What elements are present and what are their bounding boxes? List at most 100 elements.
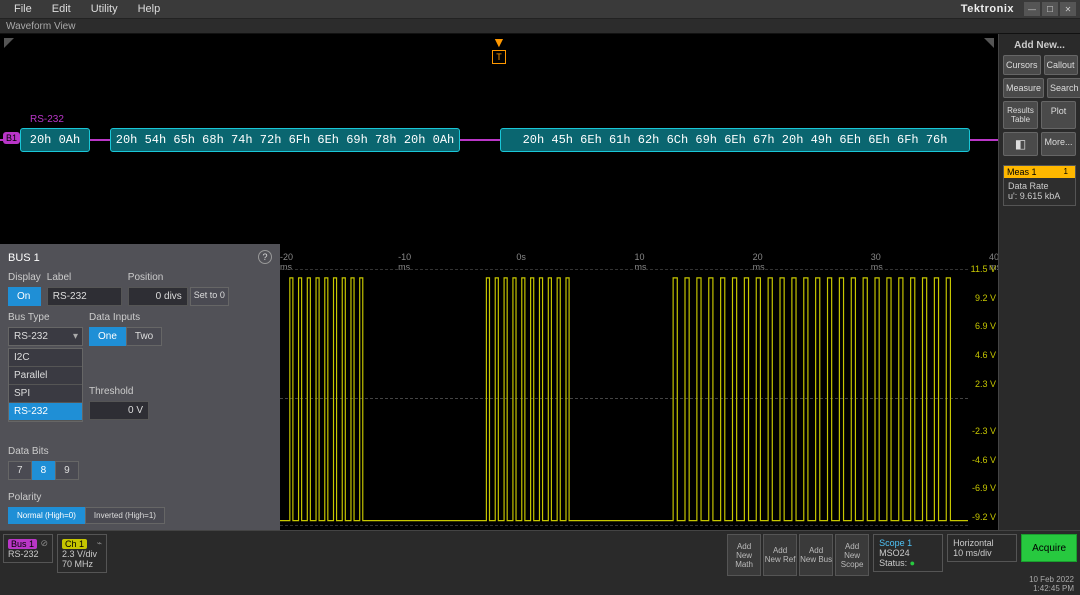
bus-type-option[interactable]: RS-232 <box>9 403 82 421</box>
menu-file[interactable]: File <box>4 0 42 19</box>
window-minimize-icon[interactable]: — <box>1024 2 1040 16</box>
corner-handle-tr-icon[interactable] <box>984 38 994 48</box>
bus-type-option[interactable]: I2C <box>9 349 82 367</box>
probe-icon: ⌁ <box>97 538 102 549</box>
volt-tick: -6.9 V <box>972 483 996 493</box>
status-dot-icon: ● <box>910 558 915 568</box>
bus-type-label: Bus Type <box>8 312 83 323</box>
bus1-badge[interactable]: Bus 1⊘ RS-232 <box>3 534 53 563</box>
menu-help[interactable]: Help <box>128 0 171 19</box>
horizontal-title: Horizontal <box>953 538 1011 548</box>
bus-channel-badge[interactable]: B1 <box>3 132 20 144</box>
volt-tick: -2.3 V <box>972 426 996 436</box>
data-bits-7[interactable]: 7 <box>8 461 32 480</box>
measure-button[interactable]: Measure <box>1003 78 1044 98</box>
acquire-button[interactable]: Acquire <box>1021 534 1077 562</box>
bus1-sub: RS-232 <box>8 549 48 559</box>
volt-tick: 6.9 V <box>975 321 996 331</box>
measurement-badge[interactable]: Meas 1 1 Data Rate u': 9.615 kbA <box>1003 165 1076 206</box>
add-new-math-button[interactable]: Add New Math <box>727 534 761 576</box>
plot-button[interactable]: Plot <box>1041 101 1076 129</box>
data-inputs-two[interactable]: Two <box>126 327 162 346</box>
window-maximize-icon[interactable]: ☐ <box>1042 2 1058 16</box>
threshold-label: Threshold <box>89 386 162 397</box>
scope-status-label: Status: <box>879 558 907 568</box>
trigger-marker-icon[interactable]: ▼T <box>492 34 506 64</box>
brand-logo: Tektronix <box>961 3 1014 15</box>
position-input[interactable]: 0 divs <box>128 287 188 306</box>
voltage-axis: 11.5 V 9.2 V 6.9 V 4.6 V 2.3 V -2.3 V -4… <box>971 264 996 522</box>
bus-config-panel: BUS 1 ? Display On Label RS-232 Position… <box>0 244 280 530</box>
volt-tick: 9.2 V <box>975 293 996 303</box>
bus1-title: Bus 1 <box>8 539 37 549</box>
decoded-packet[interactable]: 20h 0Ah <box>20 128 90 152</box>
window-close-icon[interactable]: ✕ <box>1060 2 1076 16</box>
close-icon[interactable]: ⊘ <box>40 538 48 549</box>
display-label: Display <box>8 272 41 283</box>
add-new-scope-button[interactable]: Add New Scope <box>835 534 869 576</box>
bus-type-option[interactable]: Parallel <box>9 367 82 385</box>
datetime: 10 Feb 2022 1:42:45 PM <box>1029 575 1074 593</box>
threshold-input[interactable]: 0 V <box>89 401 149 420</box>
waveform-canvas[interactable]: ▼T B1 RS-232 20h 0Ah 20h 54h 65h 68h 74h… <box>0 34 998 530</box>
results-table-button[interactable]: Results Table <box>1003 101 1038 129</box>
add-new-bus-button[interactable]: Add New Bus <box>799 534 833 576</box>
volt-tick: 11.5 V <box>971 264 996 274</box>
volt-tick: -9.2 V <box>972 512 996 522</box>
diagram-icon[interactable]: ◧ <box>1003 132 1038 156</box>
data-inputs-label: Data Inputs <box>89 312 162 323</box>
position-label: Position <box>128 272 229 283</box>
trigger-badge: T <box>492 50 506 64</box>
volt-tick: -4.6 V <box>972 455 996 465</box>
bus-type-options-list: I2C Parallel SPI RS-232 <box>8 348 83 422</box>
date-label: 10 Feb 2022 <box>1029 575 1074 584</box>
volt-tick: 2.3 V <box>975 379 996 389</box>
add-new-ref-button[interactable]: Add New Ref <box>763 534 797 576</box>
panel-title: BUS 1 <box>8 252 272 264</box>
menu-edit[interactable]: Edit <box>42 0 81 19</box>
bus-type-dropdown[interactable]: RS-232 <box>8 327 83 346</box>
bus-protocol-label: RS-232 <box>30 114 64 125</box>
time-label: 1:42:45 PM <box>1029 584 1074 593</box>
cursors-button[interactable]: Cursors <box>1003 55 1041 75</box>
horizontal-value: 10 ms/div <box>953 548 1011 558</box>
decoded-packet[interactable]: 20h 54h 65h 68h 74h 72h 6Fh 6Eh 69h 78h … <box>110 128 460 152</box>
data-bits-9[interactable]: 9 <box>55 461 79 480</box>
bottom-bar: Bus 1⊘ RS-232 Ch 1 ⌁ 2.3 V/div 70 MHz Add… <box>0 530 1080 595</box>
polarity-label: Polarity <box>8 492 165 503</box>
bus-type-option[interactable]: SPI <box>9 385 82 403</box>
scope-info[interactable]: Scope 1 MSO24 Status: ● <box>873 534 943 572</box>
data-inputs-one[interactable]: One <box>89 327 126 346</box>
scope-model: MSO24 <box>879 548 937 558</box>
data-bits-8[interactable]: 8 <box>32 461 56 480</box>
display-toggle[interactable]: On <box>8 287 41 306</box>
search-button[interactable]: Search <box>1047 78 1080 98</box>
decoded-packet[interactable]: 20h 45h 6Eh 61h 62h 6Ch 69h 6Eh 67h 20h … <box>500 128 970 152</box>
volt-tick: 4.6 V <box>975 350 996 360</box>
label-input[interactable]: RS-232 <box>47 287 122 306</box>
ch1-vdiv: 2.3 V/div <box>62 549 102 559</box>
measurement-title: Meas 1 <box>1007 167 1037 177</box>
right-sidebar: Add New... Cursors Callout Measure Searc… <box>998 34 1080 530</box>
menu-utility[interactable]: Utility <box>81 0 128 19</box>
ch1-badge[interactable]: Ch 1 ⌁ 2.3 V/div 70 MHz <box>57 534 107 573</box>
polarity-normal[interactable]: Normal (High=0) <box>8 507 85 524</box>
bus-decode-lane: B1 RS-232 20h 0Ah 20h 54h 65h 68h 74h 72… <box>0 126 998 154</box>
label-field-label: Label <box>47 272 122 283</box>
menu-bar: File Edit Utility Help Tektronix — ☐ ✕ <box>0 0 1080 19</box>
horizontal-info[interactable]: Horizontal 10 ms/div <box>947 534 1017 562</box>
measurement-name: Data Rate <box>1008 181 1071 191</box>
measurement-index-badge: 1 <box>1060 167 1072 177</box>
help-icon[interactable]: ? <box>258 250 272 264</box>
ch1-bw: 70 MHz <box>62 559 102 569</box>
scope-title: Scope 1 <box>879 538 937 548</box>
more-button[interactable]: More... <box>1041 132 1076 156</box>
polarity-inverted[interactable]: Inverted (High=1) <box>85 507 165 524</box>
set-to-zero-button[interactable]: Set to 0 <box>190 287 229 306</box>
add-new-header: Add New... <box>1003 40 1076 51</box>
corner-handle-tl-icon[interactable] <box>4 38 14 48</box>
callout-button[interactable]: Callout <box>1044 55 1078 75</box>
data-bits-label: Data Bits <box>8 446 165 457</box>
ch1-title: Ch 1 <box>62 539 87 549</box>
measurement-value: u': 9.615 kbA <box>1008 191 1071 201</box>
